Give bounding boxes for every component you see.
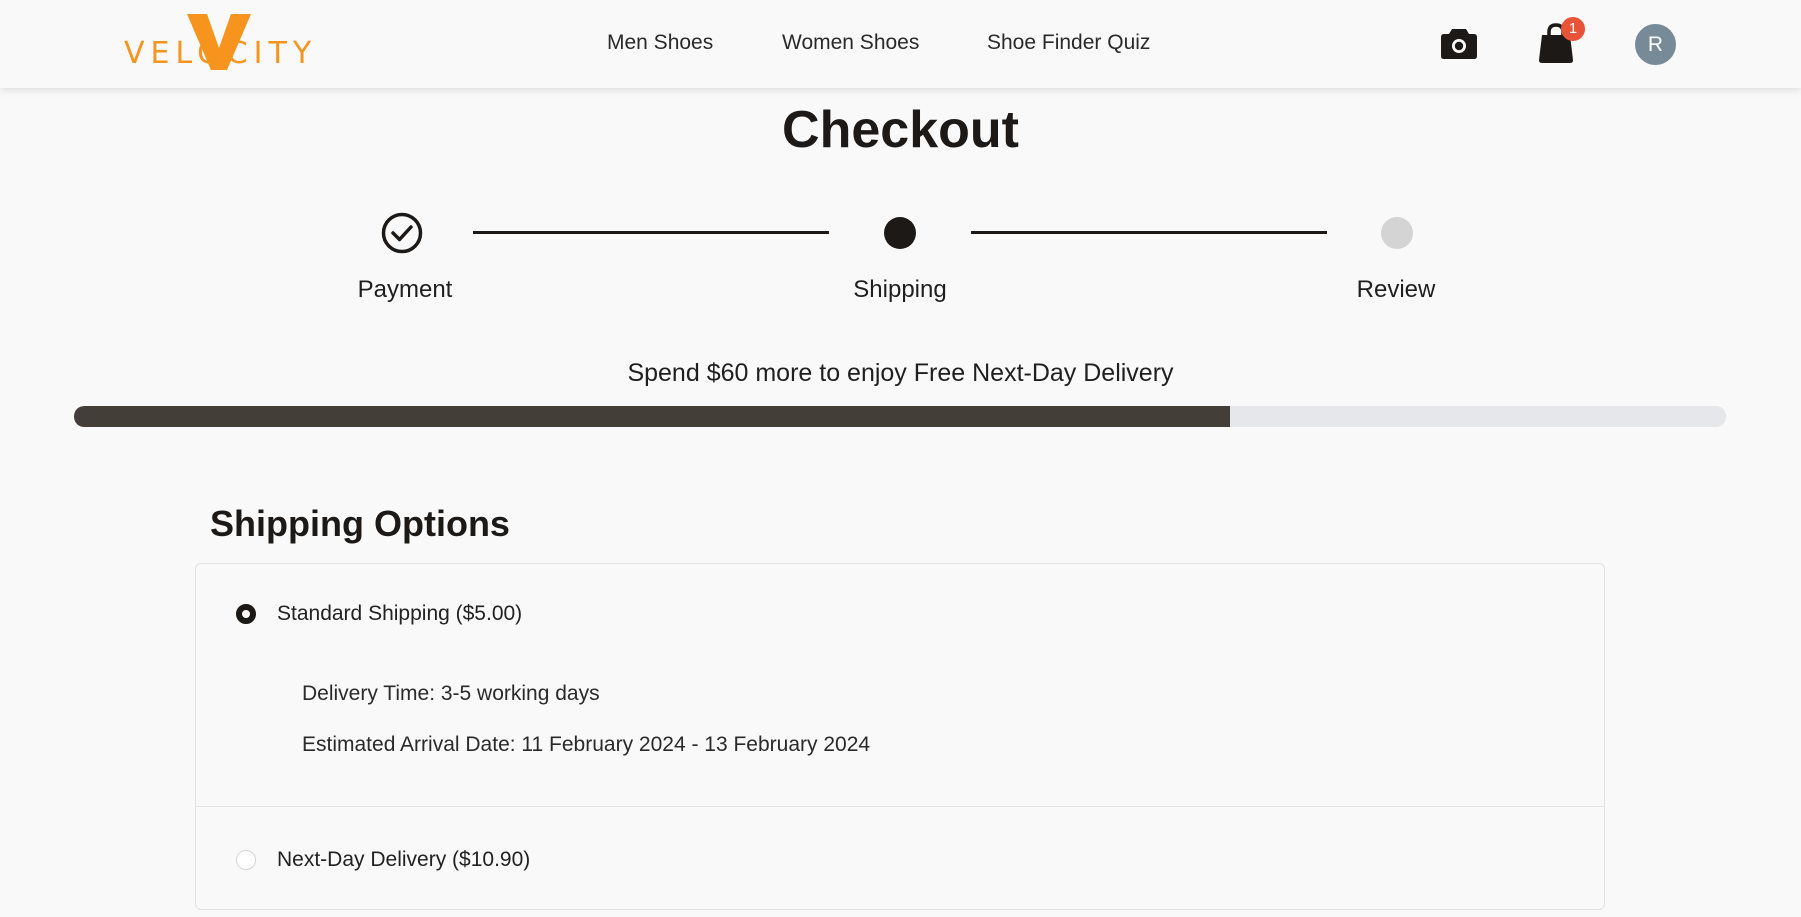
nav-women-shoes[interactable]: Women Shoes bbox=[782, 31, 919, 55]
shipping-options-title: Shipping Options bbox=[210, 503, 510, 544]
nav-shoe-finder-quiz[interactable]: Shoe Finder Quiz bbox=[987, 31, 1150, 55]
standard-estimated-arrival: Estimated Arrival Date: 11 February 2024… bbox=[302, 733, 871, 756]
free-delivery-promo: Spend $60 more to enjoy Free Next-Day De… bbox=[627, 359, 1174, 387]
camera-icon[interactable] bbox=[1440, 26, 1478, 60]
velocity-logo[interactable]: VELOCITY bbox=[124, 14, 314, 72]
step-label-shipping: Shipping bbox=[853, 276, 947, 303]
next-day-delivery-label[interactable]: Next-Day Delivery ($10.90) bbox=[277, 848, 530, 872]
standard-shipping-radio[interactable] bbox=[236, 604, 256, 624]
step-label-payment: Payment bbox=[357, 276, 453, 303]
free-delivery-progress-bar bbox=[74, 406, 1726, 427]
step-connector-1 bbox=[473, 231, 829, 234]
logo-wordmark: VELOCITY bbox=[124, 36, 318, 71]
page-title: Checkout bbox=[782, 101, 1019, 159]
nav-men-shoes[interactable]: Men Shoes bbox=[607, 31, 713, 55]
step-current-dot-icon bbox=[884, 217, 916, 249]
step-upcoming-dot-icon bbox=[1381, 217, 1413, 249]
step-completed-check-icon bbox=[381, 212, 423, 254]
progress-fill bbox=[74, 406, 1231, 427]
cart-count-badge: 1 bbox=[1561, 17, 1585, 41]
option-divider bbox=[196, 806, 1604, 807]
next-day-delivery-radio[interactable] bbox=[236, 850, 256, 870]
shipping-options-card: Standard Shipping ($5.00) Delivery Time:… bbox=[195, 563, 1605, 910]
standard-delivery-time: Delivery Time: 3-5 working days bbox=[302, 682, 600, 705]
step-label-review: Review bbox=[1356, 276, 1436, 303]
user-avatar[interactable]: R bbox=[1635, 24, 1676, 65]
step-connector-2 bbox=[971, 231, 1327, 234]
site-header: VELOCITY Men Shoes Women Shoes Shoe Find… bbox=[0, 0, 1801, 88]
standard-shipping-label[interactable]: Standard Shipping ($5.00) bbox=[277, 602, 522, 626]
